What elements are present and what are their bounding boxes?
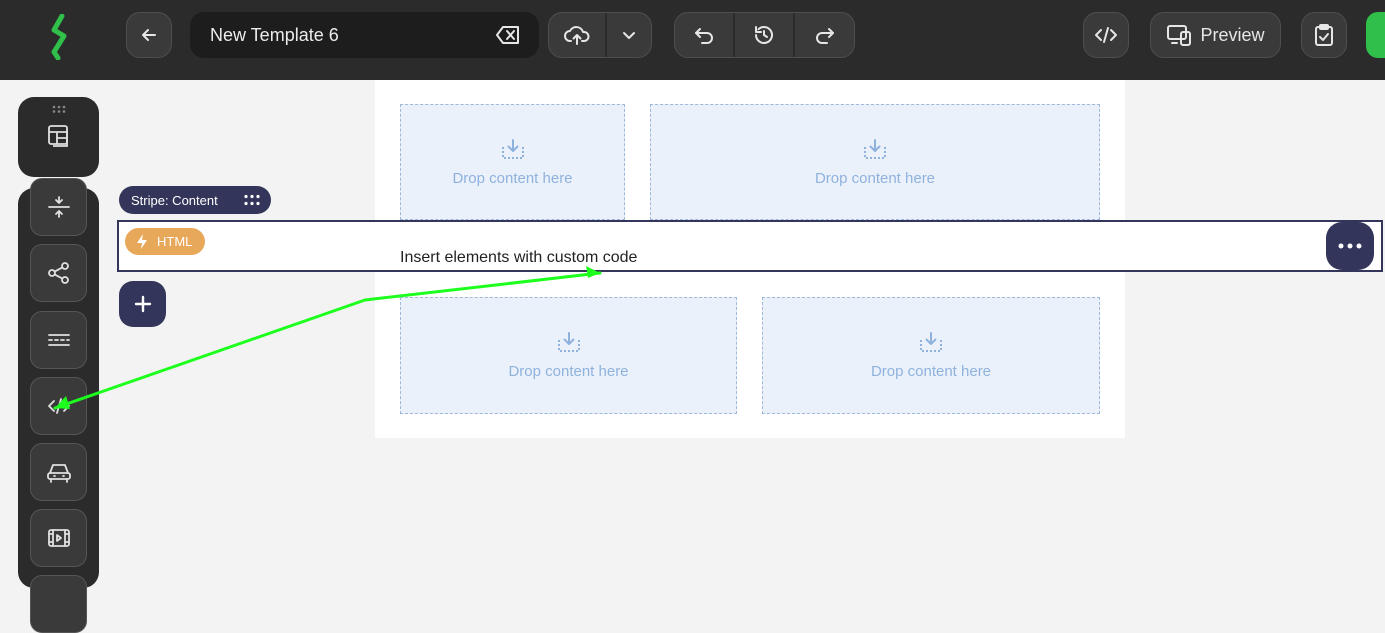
elements-sidebar bbox=[18, 178, 99, 633]
stripe-tag[interactable]: Stripe: Content bbox=[119, 186, 271, 214]
undo-icon bbox=[695, 28, 713, 44]
layout-panel-button[interactable] bbox=[18, 97, 99, 177]
publish-button[interactable] bbox=[1366, 12, 1385, 58]
social-element-button[interactable] bbox=[30, 244, 87, 302]
block-options-button[interactable] bbox=[1326, 222, 1374, 270]
add-block-button[interactable] bbox=[119, 281, 166, 327]
drop-download-icon bbox=[557, 332, 580, 352]
car-icon bbox=[46, 464, 71, 483]
drop-zone[interactable]: Drop content here bbox=[650, 104, 1100, 220]
more-elements-button[interactable] bbox=[30, 575, 87, 633]
code-view-button[interactable] bbox=[1083, 12, 1129, 58]
cloud-upload-icon bbox=[564, 26, 590, 45]
redo-icon bbox=[815, 28, 834, 44]
preview-button[interactable]: Preview bbox=[1150, 12, 1281, 58]
drop-label: Drop content here bbox=[508, 363, 629, 380]
code-icon bbox=[47, 398, 70, 414]
html-block-tag[interactable]: HTML bbox=[125, 228, 205, 255]
stripe-tag-label: Stripe: Content bbox=[131, 192, 218, 208]
layout-icon bbox=[48, 125, 68, 147]
video-element-button[interactable] bbox=[30, 509, 87, 567]
back-button[interactable] bbox=[126, 12, 172, 58]
save-options-dropdown[interactable] bbox=[607, 13, 651, 57]
drag-handle-icon[interactable] bbox=[243, 194, 261, 206]
divider-icon bbox=[47, 334, 70, 346]
top-bar: New Template 6 Preview bbox=[0, 0, 1385, 80]
drop-zone[interactable]: Drop content here bbox=[400, 297, 737, 414]
spacer-icon bbox=[47, 196, 70, 218]
chevron-down-icon bbox=[623, 32, 635, 39]
template-name-field[interactable]: New Template 6 bbox=[190, 12, 539, 58]
more-horizontal-icon bbox=[1338, 243, 1362, 249]
share-icon bbox=[47, 262, 69, 284]
video-icon bbox=[47, 529, 70, 547]
devices-icon bbox=[1167, 25, 1192, 46]
html-tag-label: HTML bbox=[157, 234, 193, 249]
arrow-left-icon bbox=[142, 29, 156, 41]
divider-element-button[interactable] bbox=[30, 311, 87, 369]
drag-handle-icon[interactable] bbox=[51, 105, 67, 113]
history-button[interactable] bbox=[735, 13, 795, 57]
upload-button[interactable] bbox=[549, 13, 607, 57]
code-icon bbox=[1095, 27, 1117, 43]
plus-icon bbox=[134, 295, 151, 313]
html-block-content[interactable]: Insert elements with custom code bbox=[400, 249, 637, 267]
undo-button[interactable] bbox=[675, 13, 735, 57]
product-element-button[interactable] bbox=[30, 443, 87, 501]
clipboard-check-icon bbox=[1315, 24, 1333, 46]
drop-download-icon bbox=[501, 138, 524, 159]
lightning-logo-icon bbox=[51, 14, 67, 60]
history-icon bbox=[755, 26, 773, 44]
drop-label: Drop content here bbox=[452, 169, 573, 187]
checklist-button[interactable] bbox=[1301, 12, 1347, 58]
html-element-button[interactable] bbox=[30, 377, 87, 435]
html-block-selected[interactable] bbox=[117, 220, 1383, 272]
save-group bbox=[548, 12, 652, 58]
drop-zone[interactable]: Drop content here bbox=[400, 104, 625, 220]
preview-label: Preview bbox=[1200, 24, 1265, 45]
backspace-icon[interactable] bbox=[495, 25, 521, 45]
template-name: New Template 6 bbox=[210, 24, 339, 45]
drop-label: Drop content here bbox=[814, 169, 936, 187]
spacer-element-button[interactable] bbox=[30, 178, 87, 236]
drop-label: Drop content here bbox=[870, 363, 992, 380]
drop-download-icon bbox=[864, 138, 886, 159]
history-group bbox=[674, 12, 855, 58]
lightning-icon bbox=[137, 234, 147, 249]
drop-zone[interactable]: Drop content here bbox=[762, 297, 1100, 414]
redo-button[interactable] bbox=[795, 13, 854, 57]
drop-download-icon bbox=[920, 332, 942, 352]
